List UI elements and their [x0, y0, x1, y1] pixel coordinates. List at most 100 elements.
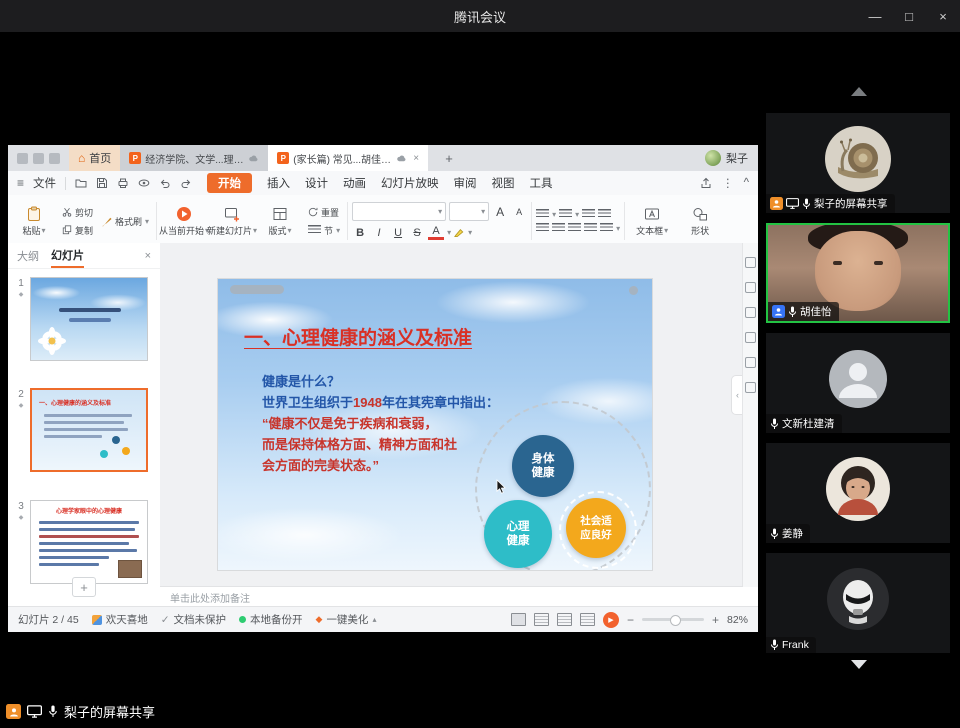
close-panel-icon[interactable]: ×	[145, 250, 151, 262]
collapse-ribbon-icon[interactable]: ^	[744, 177, 749, 189]
history-pane-icon[interactable]	[745, 357, 756, 368]
play-from-current-button[interactable]: 从当前开始▾	[161, 197, 207, 245]
menu-animation[interactable]: 动画	[343, 175, 366, 191]
circle-physical-health[interactable]: 身体 健康	[512, 435, 574, 497]
apps-grid-icon[interactable]	[17, 153, 28, 164]
textbox-button[interactable]: 文本框▾	[629, 197, 675, 245]
more-icon[interactable]: ⋮	[722, 176, 734, 190]
menu-slideshow[interactable]: 幻灯片放映	[381, 175, 439, 191]
slide-body-text[interactable]: 健康是什么？ 世界卫生组织于1948年在其宪章中指出： “健康不仅是免于疾病和衰…	[262, 371, 499, 476]
format-painter-button[interactable]: 格式刷▾	[101, 215, 149, 228]
menu-tools[interactable]: 工具	[530, 175, 553, 191]
menu-view[interactable]: 视图	[492, 175, 515, 191]
italic-button[interactable]: I	[371, 225, 387, 240]
shapes-button[interactable]: 形状	[677, 197, 723, 245]
notes-area[interactable]: 单击此处添加备注	[160, 586, 743, 607]
highlight-button[interactable]	[454, 226, 465, 240]
save-icon[interactable]	[96, 177, 108, 189]
tab-slides[interactable]: 幻灯片	[51, 243, 84, 268]
reset-button[interactable]: 重置	[308, 206, 340, 219]
tab-outline[interactable]: 大纲	[17, 248, 39, 264]
redo-icon[interactable]	[180, 177, 192, 189]
participant-tile[interactable]: 姜静	[766, 443, 950, 543]
animation-pane-icon[interactable]	[745, 282, 756, 293]
slide-title[interactable]: 一、心理健康的涵义及标准	[244, 323, 472, 350]
theme-button[interactable]: 欢天喜地	[92, 612, 148, 627]
open-folder-icon[interactable]	[75, 177, 87, 189]
print-icon[interactable]	[117, 177, 129, 189]
share-icon[interactable]	[700, 177, 712, 189]
account-area[interactable]: 梨子	[705, 150, 758, 166]
font-color-dropdown[interactable]: ▾	[447, 228, 451, 237]
normal-view-icon[interactable]	[511, 613, 526, 626]
scroll-down-arrow[interactable]	[851, 660, 867, 669]
slide-thumbnail-1[interactable]	[30, 277, 148, 361]
zoom-level[interactable]: 82%	[727, 614, 748, 626]
participant-tile[interactable]: Frank	[766, 553, 950, 653]
print-preview-icon[interactable]	[138, 177, 150, 189]
participant-tile-sharer[interactable]: 梨子的屏幕共享	[766, 113, 950, 213]
protection-status[interactable]: ✓文档未保护	[161, 612, 226, 627]
paste-button[interactable]: 粘贴▾	[11, 197, 57, 245]
participant-tile[interactable]: 文新杜建清	[766, 333, 950, 433]
tab-list-icon[interactable]	[49, 153, 60, 164]
participant-tile-active-speaker[interactable]: 胡佳怡	[766, 223, 950, 323]
backup-status[interactable]: 本地备份开	[239, 612, 303, 627]
new-tab-button[interactable]: +	[428, 145, 470, 171]
scroll-up-arrow[interactable]	[851, 87, 867, 96]
numbered-list-icon[interactable]	[559, 209, 572, 219]
help-pane-icon[interactable]	[745, 382, 756, 393]
line-spacing-icon[interactable]	[600, 223, 613, 233]
tab-document-1[interactable]: P 经济学院、文学...理讲座.ppt	[120, 145, 268, 171]
bold-button[interactable]: B	[352, 225, 368, 240]
close-tab-icon[interactable]: ×	[411, 153, 419, 164]
menu-start[interactable]: 开始	[207, 173, 252, 193]
circle-mental-health[interactable]: 心理 健康	[484, 500, 552, 568]
reading-view-icon[interactable]	[580, 613, 595, 626]
tab-home[interactable]: ⌂ 首页	[69, 145, 120, 171]
align-center-icon[interactable]	[552, 223, 565, 233]
circle-social-adaptation[interactable]: 社会适 应良好	[566, 498, 626, 558]
zoom-out-button[interactable]: −	[627, 613, 634, 627]
justify-icon[interactable]	[584, 223, 597, 233]
minimize-button[interactable]: —	[858, 0, 892, 32]
highlight-dropdown[interactable]: ▾	[468, 228, 472, 237]
strikethrough-button[interactable]: S	[409, 225, 425, 240]
slide-canvas[interactable]: 一、心理健康的涵义及标准 健康是什么？ 世界卫生组织于1948年在其宪章中指出：…	[160, 243, 743, 587]
add-slide-button[interactable]: +	[72, 577, 96, 597]
session-icon[interactable]	[33, 153, 44, 164]
bullet-list-icon[interactable]	[536, 209, 549, 219]
zoom-slider-knob[interactable]	[670, 615, 681, 626]
slide-sorter-view-icon[interactable]	[534, 613, 549, 626]
font-family-combo[interactable]: ▾	[352, 202, 446, 221]
design-pane-icon[interactable]	[745, 307, 756, 318]
decrease-indent-icon[interactable]	[582, 209, 595, 219]
tab-document-2[interactable]: P (家长篇) 常见...胡佳怡.ppt ×	[268, 145, 428, 171]
align-left-icon[interactable]	[536, 223, 549, 233]
comments-pane-icon[interactable]	[745, 332, 756, 343]
decrease-font-button[interactable]: A	[511, 204, 527, 219]
font-size-combo[interactable]: ▾	[449, 202, 489, 221]
main-menu-icon[interactable]: ≡	[17, 176, 24, 190]
file-menu[interactable]: 文件	[33, 175, 56, 191]
new-slide-ribbon-button[interactable]: 新建幻灯片▾	[209, 197, 255, 245]
beautify-button[interactable]: ◆一键美化▴	[316, 612, 377, 627]
properties-icon[interactable]	[745, 257, 756, 268]
increase-indent-icon[interactable]	[598, 209, 611, 219]
menu-insert[interactable]: 插入	[267, 175, 290, 191]
increase-font-button[interactable]: A	[492, 204, 508, 219]
slideshow-play-button[interactable]: ▶	[603, 612, 619, 628]
align-right-icon[interactable]	[568, 223, 581, 233]
font-color-button[interactable]: A	[428, 225, 444, 240]
maximize-button[interactable]: □	[892, 0, 926, 32]
zoom-in-button[interactable]: +	[712, 613, 719, 627]
copy-button[interactable]: 复制	[62, 224, 93, 237]
slide-thumbnail-2-selected[interactable]: 一、心理健康的涵义及标准	[30, 388, 148, 472]
close-button[interactable]: ×	[926, 0, 960, 32]
layout-button[interactable]: 版式▾	[257, 197, 303, 245]
menu-review[interactable]: 审阅	[454, 175, 477, 191]
cut-button[interactable]: 剪切	[62, 206, 93, 219]
underline-button[interactable]: U	[390, 225, 406, 240]
section-button[interactable]: 节▾	[308, 224, 340, 237]
slide-thumbnail-3[interactable]: 心理学家眼中的心理健康	[30, 500, 148, 584]
